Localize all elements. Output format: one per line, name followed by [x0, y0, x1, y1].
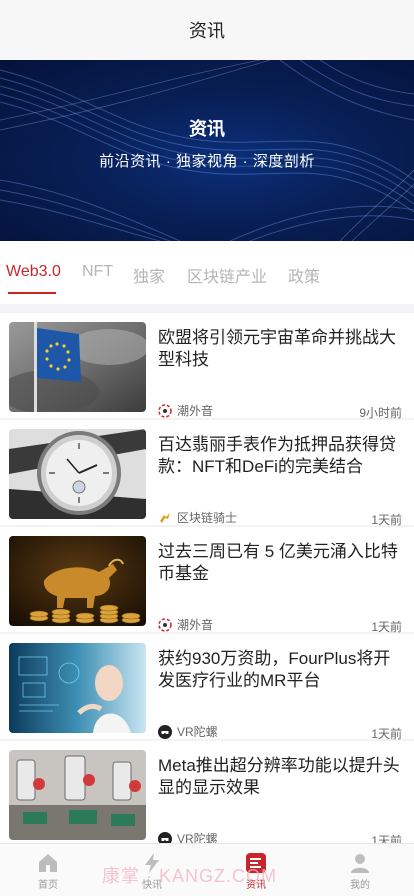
source-name: 潮外音 — [177, 404, 214, 418]
hero-banner: 资讯 前沿资讯 · 独家视角 · 深度剖析 — [0, 60, 414, 241]
mr-medical-image — [9, 643, 146, 733]
article-source: VR陀螺 — [158, 723, 218, 740]
article-source: 潮外音 — [158, 616, 213, 633]
article-card[interactable]: 过去三周已有 5 亿美元涌入比特币基金 潮外音 1天前 — [0, 527, 414, 634]
bull-coins-image — [9, 536, 146, 626]
banner-subtitle: 前沿资讯 · 独家视角 · 深度剖析 — [99, 153, 315, 170]
watermark: 康掌 · KANGZ.COM — [102, 866, 277, 886]
vr-tuoluo-logo-icon — [158, 724, 172, 739]
tabbar-item-profile[interactable]: 我的 — [330, 844, 390, 896]
profile-icon — [349, 852, 371, 874]
tab-blockchain-industry[interactable]: 区块链产业 — [187, 263, 267, 287]
article-source: 潮外音 — [158, 402, 213, 419]
tabbar-label: 首页 — [38, 880, 58, 891]
chaowaiyin-logo-icon — [158, 617, 172, 632]
source-name: 潮外音 — [177, 618, 214, 632]
chaowaiyin-logo-icon — [158, 403, 172, 418]
article-time: 1天前 — [371, 727, 402, 741]
home-icon — [37, 852, 59, 874]
eu-flag-image — [9, 322, 146, 412]
active-tab-indicator — [8, 292, 56, 294]
source-name: 区块链骑士 — [177, 511, 238, 525]
article-card[interactable]: 获约930万资助，FourPlus将开发医疗行业的MR平台 VR陀螺 1天前 — [0, 634, 414, 741]
tabbar-label: 我的 — [350, 880, 370, 891]
tabbar-item-home[interactable]: 首页 — [18, 844, 78, 896]
article-source: 区块链骑士 — [158, 509, 237, 526]
knight-logo-icon — [158, 511, 172, 525]
tab-web3[interactable]: Web3.0 — [6, 263, 61, 281]
article-title: Meta推出超分辨率功能以提升头显的显示效果 — [158, 756, 400, 797]
article-card[interactable]: 百达翡丽手表作为抵押品获得贷款：NFT和DeFi的完美结合 区块链骑士 1天前 — [0, 420, 414, 527]
article-title: 百达翡丽手表作为抵押品获得贷款：NFT和DeFi的完美结合 — [158, 435, 396, 476]
tab-nft[interactable]: NFT — [82, 263, 113, 281]
article-card[interactable]: 欧盟将引领元宇宙革命并挑战大型科技 潮外音 9小时前 — [0, 313, 414, 420]
article-title: 获约930万资助，FourPlus将开发医疗行业的MR平台 — [158, 649, 391, 690]
robot-arms-image — [9, 750, 146, 840]
banner-title: 资讯 — [189, 119, 225, 139]
article-title: 过去三周已有 5 亿美元涌入比特币基金 — [158, 542, 398, 583]
source-name: VR陀螺 — [177, 725, 218, 739]
article-card[interactable]: Meta推出超分辨率功能以提升头显的显示效果 VR陀螺 1天前 — [0, 741, 414, 848]
article-time: 9小时前 — [359, 406, 402, 420]
nav-bar: 资讯 — [0, 0, 414, 60]
page-title: 资讯 — [189, 21, 225, 41]
category-tabs: Web3.0 NFT 独家 区块链产业 政策 — [0, 241, 414, 304]
watch-image — [9, 429, 146, 519]
article-time: 1天前 — [371, 513, 402, 527]
article-time: 1天前 — [371, 620, 402, 634]
article-title: 欧盟将引领元宇宙革命并挑战大型科技 — [158, 328, 396, 369]
tab-exclusive[interactable]: 独家 — [133, 263, 165, 287]
tab-policy[interactable]: 政策 — [288, 263, 320, 287]
